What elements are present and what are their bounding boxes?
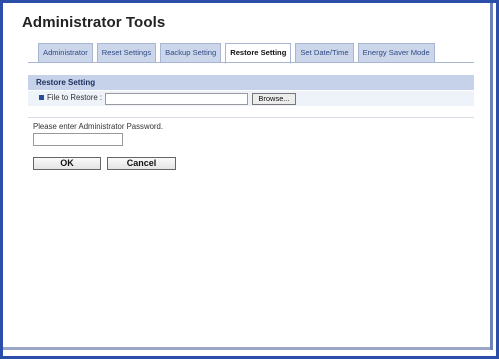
divider <box>28 117 474 118</box>
ok-button[interactable]: OK <box>33 157 101 170</box>
tab-underline <box>28 62 474 63</box>
file-label-text: File to Restore <box>47 93 98 102</box>
cancel-button[interactable]: Cancel <box>107 157 176 170</box>
section-title: Restore Setting <box>36 78 96 87</box>
page-title: Administrator Tools <box>22 14 166 31</box>
square-bullet-icon <box>39 95 44 100</box>
password-prompt: Please enter Administrator Password. <box>33 122 164 131</box>
bottom-edge <box>3 347 490 350</box>
tab-set-date-time[interactable]: Set Date/Time <box>295 43 354 62</box>
tab-administrator[interactable]: Administrator <box>38 43 93 62</box>
tab-reset-settings[interactable]: Reset Settings <box>96 43 157 62</box>
tab-restore-setting[interactable]: Restore Setting <box>225 43 292 64</box>
admin-password-input[interactable] <box>33 133 123 146</box>
tab-bar: Administrator Reset Settings Backup Sett… <box>38 43 435 64</box>
file-path-input[interactable] <box>105 93 248 105</box>
file-to-restore-label: File to Restore : <box>47 93 102 102</box>
tab-energy-saver-mode[interactable]: Energy Saver Mode <box>357 43 435 62</box>
browse-button[interactable]: Browse... <box>252 93 296 105</box>
file-label-separator: : <box>99 93 103 102</box>
scrollbar-track[interactable] <box>490 3 493 350</box>
tab-backup-setting[interactable]: Backup Setting <box>160 43 222 62</box>
